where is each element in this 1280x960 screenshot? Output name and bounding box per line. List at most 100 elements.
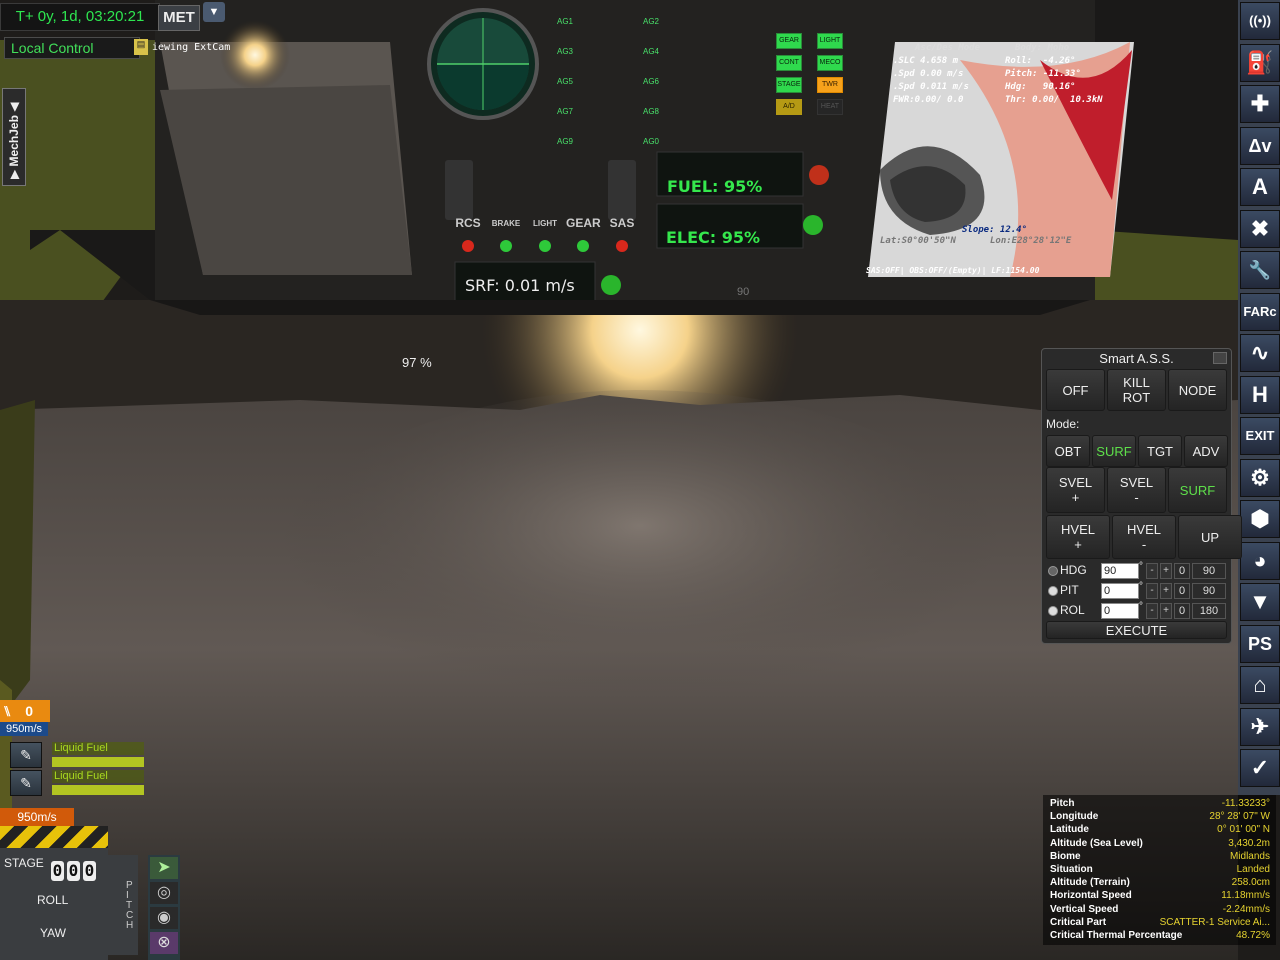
info-key: Biome — [1050, 850, 1081, 862]
sass-svel-plusbutton[interactable]: SVEL + — [1046, 467, 1105, 513]
sass-hvel-plusbutton[interactable]: HVEL + — [1046, 515, 1110, 559]
check-icon[interactable]: ✓ — [1240, 749, 1280, 787]
sass-pit-input[interactable]: 0 — [1101, 583, 1139, 599]
sass-svel-minusbutton[interactable]: SVEL - — [1107, 467, 1166, 513]
plus-button[interactable]: + — [1160, 603, 1172, 619]
sass-pit-toggle[interactable] — [1048, 586, 1058, 596]
resource-bar — [52, 785, 144, 795]
minus-button[interactable]: - — [1146, 603, 1158, 619]
graph-icon[interactable]: ∿ — [1240, 334, 1280, 372]
minus-button[interactable]: - — [1146, 583, 1158, 599]
info-value: -11.33233° — [1221, 798, 1270, 809]
notepad-icon[interactable]: ▤ — [134, 39, 148, 55]
staging-icon[interactable]: ➤ — [150, 857, 178, 879]
info-row: Vertical Speed -2.24mm/s — [1050, 904, 1270, 917]
plus-button[interactable]: + — [1160, 583, 1172, 599]
sass-rol-input[interactable]: 0 — [1101, 603, 1139, 619]
switch-led — [577, 240, 589, 252]
antenna-icon[interactable]: ((•)) — [1240, 2, 1280, 40]
gauge-scale: 90 — [737, 286, 750, 298]
execute-button[interactable]: EXECUTE — [1046, 621, 1227, 639]
mfd-line: .SLC 4.658 m — [893, 56, 959, 66]
sass-surf-button-label: SURF — [1179, 482, 1216, 498]
ps-icon[interactable]: PS — [1240, 624, 1280, 663]
sass-hvel-minusbutton[interactable]: HVEL - — [1112, 515, 1176, 559]
h-icon[interactable]: H — [1240, 375, 1280, 414]
sass-up-button[interactable]: UP — [1178, 515, 1242, 559]
minus-button[interactable]: - — [1146, 563, 1158, 579]
action-group-ag9[interactable]: AG9 — [557, 137, 573, 146]
sass-pit-label: PIT — [1060, 583, 1079, 597]
close-icon[interactable] — [1213, 352, 1227, 364]
delta-v-icon[interactable]: Δv — [1240, 126, 1280, 165]
switch-label-light: LIGHT — [533, 219, 557, 228]
info-row: Critical Thermal Percentage 48.72% — [1050, 930, 1270, 943]
chevron-down-icon[interactable]: ▼ — [203, 2, 225, 22]
sass-mode-obt[interactable]: OBT — [1046, 435, 1090, 467]
docking-icon[interactable]: ◎ — [150, 882, 178, 904]
creature-icon[interactable]: ◕ — [1240, 541, 1280, 580]
pin-icon[interactable]: ✎ — [10, 770, 42, 796]
exit-icon[interactable]: EXIT — [1240, 417, 1280, 455]
sass-mode-adv[interactable]: ADV — [1184, 435, 1228, 467]
sass-mode-surf[interactable]: SURF — [1092, 435, 1136, 467]
mfd-lat: Lat:S0°00'50"N — [880, 236, 956, 246]
arm-icon[interactable]: ⚙ — [1240, 458, 1280, 497]
info-row: Situation Landed — [1050, 864, 1270, 877]
sass-off-button[interactable]: OFF — [1046, 369, 1105, 411]
info-row: Biome Midlands — [1050, 851, 1270, 864]
info-row: Critical Part SCATTER-1 Service Ai... — [1050, 917, 1270, 930]
sass-hdg-input[interactable]: 90 — [1101, 563, 1139, 579]
switch-led — [500, 240, 512, 252]
info-row: Altitude (Terrain) 258.0cm — [1050, 877, 1270, 890]
info-row: Altitude (Sea Level) 3,430.2m — [1050, 838, 1270, 851]
sass-offset: 0 — [1174, 603, 1190, 619]
farc-icon[interactable]: FARc — [1240, 292, 1280, 331]
action-group-ag6[interactable]: AG6 — [643, 77, 659, 86]
pitch-indicator: PITCH — [108, 855, 138, 955]
info-key: Situation — [1050, 864, 1093, 875]
hazard-stripe — [0, 826, 108, 848]
fox-icon[interactable]: ▼ — [1240, 583, 1280, 621]
pin-icon[interactable]: ✎ — [10, 742, 42, 768]
sass-killrot-button[interactable]: KILL ROT — [1107, 369, 1166, 411]
mechjeb-tab-label: ▶ MechJeb ◀ — [7, 102, 21, 179]
maneuver-icon[interactable]: ⊗ — [150, 932, 178, 954]
info-value: Midlands — [1229, 850, 1270, 862]
sass-node-button[interactable]: NODE — [1168, 369, 1227, 411]
plus-button[interactable]: + — [1160, 563, 1172, 579]
action-group-ag8[interactable]: AG8 — [643, 107, 659, 116]
yaw-label: YAW — [40, 926, 66, 940]
action-group-ag7[interactable]: AG7 — [557, 107, 573, 116]
action-group-ag1[interactable]: AG1 — [557, 17, 573, 26]
status-light-heat: HEAT — [817, 99, 843, 115]
info-value: 0° 01' 00" N — [1217, 824, 1270, 836]
sass-mode-tgt[interactable]: TGT — [1138, 435, 1182, 467]
wrench-icon[interactable]: 🔧 — [1240, 251, 1280, 289]
mfd-header-right: Body: Moho — [1015, 43, 1070, 53]
lander-icon[interactable]: ⌂ — [1240, 666, 1280, 704]
roll-label: ROLL — [37, 893, 69, 907]
action-group-ag3[interactable]: AG3 — [557, 47, 573, 56]
resource-count[interactable]: ⑊ 0 — [0, 700, 50, 722]
wrench-screwdriver-icon[interactable]: ✖ — [1240, 209, 1280, 248]
action-group-ag0[interactable]: AG0 — [643, 137, 659, 146]
mfd-line-right: Hdg: 90.16° — [1005, 82, 1076, 92]
plane-icon[interactable]: ✈ — [1240, 707, 1280, 746]
action-group-ag2[interactable]: AG2 — [643, 17, 659, 26]
sass-svel-minusbutton-label: SVEL — [1119, 475, 1154, 490]
action-group-ag5[interactable]: AG5 — [557, 77, 573, 86]
map-icon[interactable]: ◉ — [150, 907, 178, 929]
sass-hdg-toggle[interactable] — [1048, 566, 1058, 576]
met-mode-button[interactable]: MET — [158, 5, 200, 31]
tools-icon[interactable]: ✚ — [1240, 85, 1280, 123]
sass-rol-toggle[interactable] — [1048, 606, 1058, 616]
action-group-ag4[interactable]: AG4 — [643, 47, 659, 56]
sass-surf-button[interactable]: SURF — [1168, 467, 1227, 513]
cube-icon[interactable]: ⬢ — [1240, 500, 1280, 538]
kac-icon[interactable]: A — [1240, 168, 1280, 206]
mfd-line-right: Thr: 0.00/ 10.3kN — [1005, 95, 1103, 105]
mechjeb-tab[interactable]: ▶ MechJeb ◀ — [2, 88, 26, 186]
sass-hvel-minusbutton-label: HVEL — [1127, 522, 1161, 537]
fuel-icon[interactable]: ⛽ — [1240, 43, 1280, 82]
